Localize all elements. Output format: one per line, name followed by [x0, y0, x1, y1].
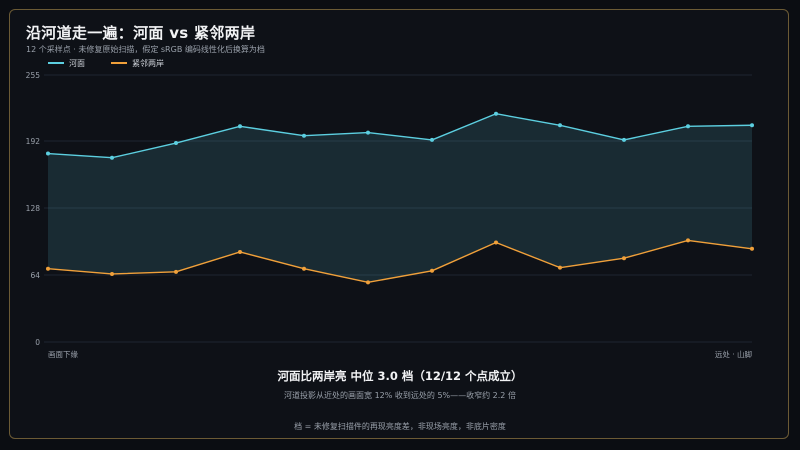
data-point-river-2	[110, 155, 114, 160]
y-tick-label-128: 128	[26, 204, 41, 213]
data-point-river-1	[46, 151, 50, 156]
data-point-river-6	[366, 130, 370, 135]
y-tick-label-64: 64	[30, 271, 40, 280]
y-tick-label-255: 255	[26, 71, 41, 80]
data-point-river-12	[750, 123, 754, 128]
detail-text: 河道投影从近处的画面宽 12% 收到远处的 5%——收窄约 2.2 倍	[284, 391, 516, 400]
data-point-river-4	[238, 124, 242, 129]
fill-between-band	[48, 113, 752, 283]
data-point-river-5	[302, 133, 306, 138]
data-point-banks-11	[686, 238, 690, 243]
y-tick-label-0: 0	[35, 338, 40, 347]
data-point-banks-5	[302, 266, 306, 271]
data-point-river-8	[494, 111, 498, 116]
data-point-river-3	[174, 141, 178, 146]
data-point-river-7	[430, 137, 434, 142]
data-point-river-9	[558, 123, 562, 128]
data-point-banks-3	[174, 269, 178, 274]
y-tick-label-192: 192	[26, 137, 41, 146]
x-tick-label-1: 画面下缘	[48, 349, 78, 359]
data-point-banks-7	[430, 268, 434, 273]
data-point-banks-4	[238, 249, 242, 254]
footnote-text: 档 = 未修复扫描件的再现亮度差，非现场亮度，非底片密度	[294, 422, 506, 431]
data-point-banks-10	[622, 256, 626, 261]
data-point-banks-2	[110, 271, 114, 276]
data-point-banks-6	[366, 280, 370, 285]
summary-text: 河面比两岸亮 中位 3.0 档（12/12 个点成立）	[277, 369, 523, 383]
x-tick-label-2: 远处 · 山脚	[715, 349, 752, 359]
data-point-river-10	[622, 137, 626, 142]
data-point-river-11	[686, 124, 690, 129]
data-point-banks-1	[46, 266, 50, 271]
data-point-banks-8	[494, 240, 498, 245]
data-point-banks-12	[750, 246, 754, 251]
data-point-banks-9	[558, 265, 562, 270]
